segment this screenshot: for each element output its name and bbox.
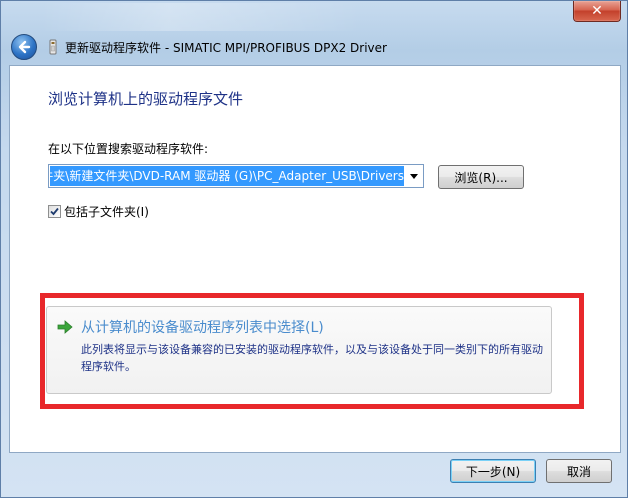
driver-path-input[interactable]: C:\Users\Administrator\Desktop\新建文件夹\新建文… (50, 166, 404, 186)
chevron-down-icon (410, 173, 418, 179)
title-bar: 更新驱动程序软件 - SIMATIC MPI/PROFIBUS DPX2 Dri… (7, 31, 621, 63)
window-title: 更新驱动程序软件 - SIMATIC MPI/PROFIBUS DPX2 Dri… (65, 41, 387, 55)
checkmark-icon (50, 207, 59, 216)
back-button[interactable] (11, 34, 37, 60)
search-location-label: 在以下位置搜索驱动程序软件: (48, 142, 209, 156)
close-button[interactable]: ✕ (573, 1, 621, 22)
content-panel: 浏览计算机上的驱动程序文件 在以下位置搜索驱动程序软件: C:\Users\Ad… (9, 65, 621, 453)
close-icon: ✕ (591, 3, 603, 19)
driver-path-combobox[interactable]: C:\Users\Administrator\Desktop\新建文件夹\新建文… (48, 164, 424, 188)
glass-reflection (41, 3, 361, 31)
green-arrow-icon (57, 320, 73, 334)
include-subfolders-row[interactable]: 包括子文件夹(I) (48, 203, 149, 220)
include-subfolders-label: 包括子文件夹(I) (64, 205, 149, 219)
option-description: 此列表将显示与该设备兼容的已安装的驱动程序软件，以及与该设备处于同一类别下的所有… (81, 343, 543, 373)
combo-dropdown-button[interactable] (405, 165, 423, 187)
window-frame: ✕ 更新驱动程序软件 - SIMATIC MPI/PROFIBUS DPX2 D… (0, 0, 628, 498)
next-button[interactable]: 下一步(N) (450, 459, 536, 483)
browse-button[interactable]: 浏览(R)... (438, 165, 524, 189)
option-title[interactable]: 从计算机的设备驱动程序列表中选择(L) (81, 317, 324, 337)
pick-from-list-option[interactable]: 从计算机的设备驱动程序列表中选择(L) 此列表将显示与该设备兼容的已安装的驱动程… (46, 306, 552, 394)
back-arrow-icon (18, 40, 31, 54)
page-heading: 浏览计算机上的驱动程序文件 (48, 90, 244, 108)
device-driver-icon (49, 39, 57, 55)
include-subfolders-checkbox[interactable] (48, 205, 61, 218)
cancel-button[interactable]: 取消 (546, 459, 612, 483)
